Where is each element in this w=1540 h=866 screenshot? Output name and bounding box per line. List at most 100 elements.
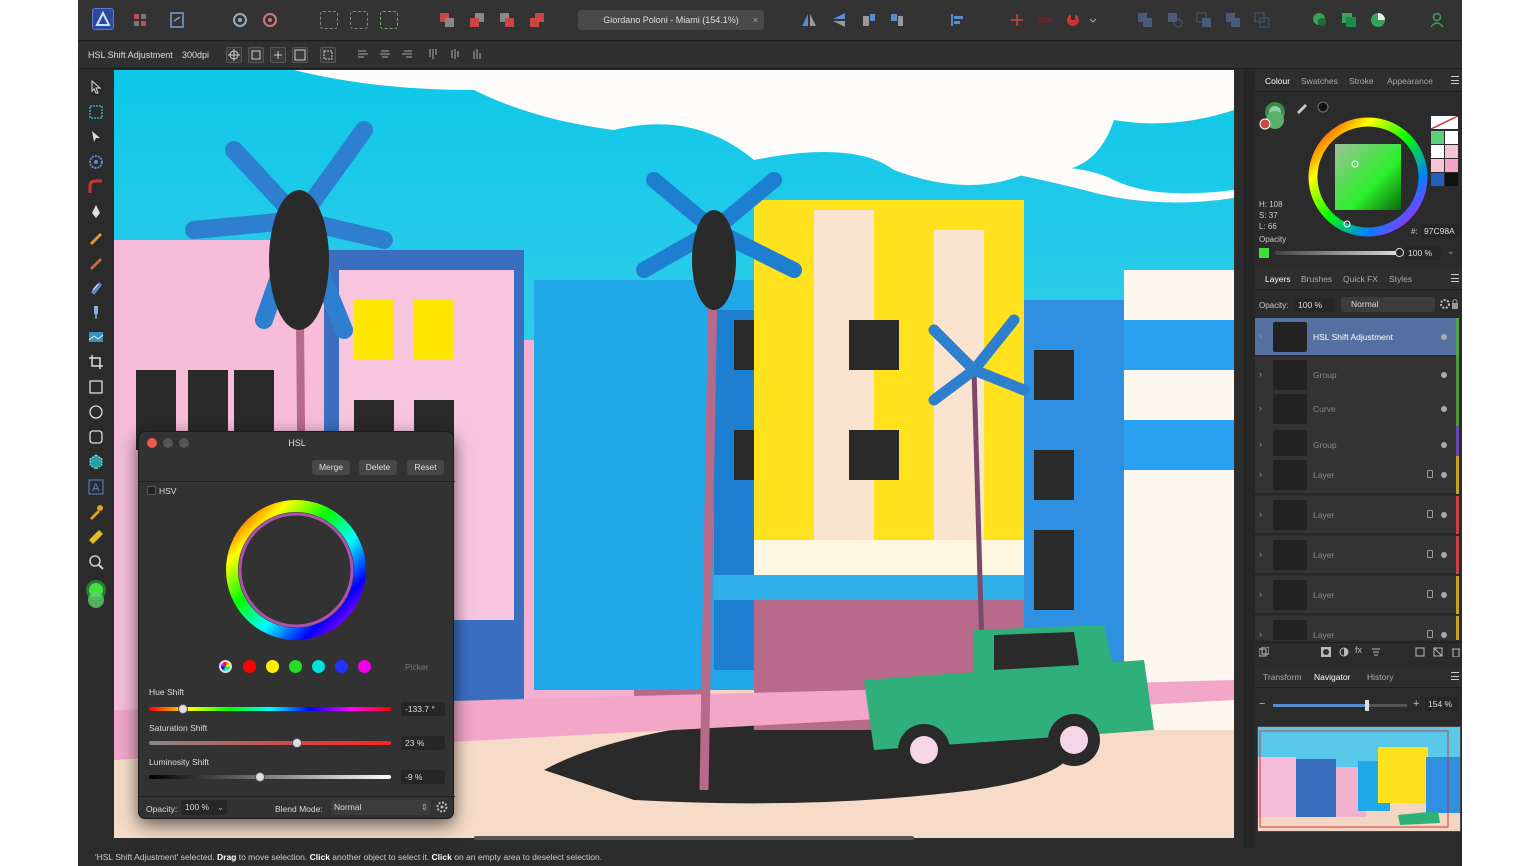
- swatch-red[interactable]: [243, 660, 256, 673]
- crop-tool-icon[interactable]: [87, 353, 105, 371]
- flip-horizontal-icon[interactable]: [800, 11, 818, 29]
- layer-row[interactable]: › Layer: [1255, 576, 1459, 614]
- hex-input[interactable]: 97C98A: [1421, 224, 1461, 238]
- opacity-field[interactable]: 100 % ⌄: [181, 800, 227, 815]
- lock-layer-icon[interactable]: [1451, 298, 1459, 310]
- layer-row[interactable]: › Layer: [1255, 536, 1459, 574]
- move-tool-icon[interactable]: [87, 78, 105, 96]
- layer-visibility-icon[interactable]: [1441, 592, 1447, 598]
- boolean-xor-icon[interactable]: [1224, 11, 1242, 29]
- expand-chevron-icon[interactable]: ›: [1259, 630, 1265, 639]
- expand-chevron-icon[interactable]: ›: [1259, 510, 1265, 519]
- layer-row[interactable]: › Curve: [1255, 390, 1459, 428]
- expand-chevron-icon[interactable]: ›: [1259, 332, 1265, 341]
- zoom-slider-knob[interactable]: [1365, 700, 1369, 711]
- layer-lock-icon[interactable]: [1427, 590, 1433, 598]
- fill-stroke-icon[interactable]: [84, 578, 108, 612]
- zoom-in-icon[interactable]: +: [1413, 698, 1419, 710]
- align-center-ctx-icon[interactable]: [378, 47, 394, 63]
- account-icon[interactable]: [1428, 11, 1446, 29]
- layer-visibility-icon[interactable]: [1441, 632, 1447, 638]
- snapping-icon[interactable]: [1008, 11, 1026, 29]
- boolean-divide-icon[interactable]: [1253, 11, 1271, 29]
- layer-row[interactable]: › Layer: [1255, 496, 1459, 534]
- color-picker-icon[interactable]: [1295, 100, 1335, 114]
- colour-opacity-field[interactable]: 100 %: [1405, 246, 1441, 260]
- luminosity-shift-slider[interactable]: [149, 772, 391, 782]
- swatch-cyan[interactable]: [312, 660, 325, 673]
- colour-wheel[interactable]: [1307, 116, 1429, 238]
- navigator-preview[interactable]: [1257, 726, 1461, 832]
- expand-chevron-icon[interactable]: ›: [1259, 550, 1265, 559]
- boolean-add-icon[interactable]: [1136, 11, 1154, 29]
- canvas-horizontal-scrollbar[interactable]: [474, 836, 914, 840]
- view-mode-icon[interactable]: [1369, 11, 1387, 29]
- layer-row[interactable]: › Layer: [1255, 616, 1459, 640]
- tab-stroke[interactable]: Stroke: [1349, 76, 1374, 86]
- corner-tool-icon[interactable]: [87, 178, 105, 196]
- layers-panel-menu-icon[interactable]: [1451, 274, 1459, 282]
- layer-mask-icon[interactable]: [1258, 646, 1270, 657]
- rectangle-tool-icon[interactable]: [87, 378, 105, 396]
- luminosity-shift-knob[interactable]: [255, 772, 266, 782]
- measure-tool-icon[interactable]: [87, 528, 105, 546]
- expand-chevron-icon[interactable]: ›: [1259, 440, 1265, 449]
- tab-appearance[interactable]: Appearance: [1387, 76, 1433, 86]
- tab-swatches[interactable]: Swatches: [1301, 76, 1338, 86]
- select-all-icon[interactable]: [350, 11, 368, 29]
- preview-mode-icon[interactable]: [1340, 11, 1358, 29]
- rounded-rectangle-tool-icon[interactable]: [87, 428, 105, 446]
- saturation-shift-value[interactable]: 23 %: [401, 736, 445, 750]
- group-layers-icon[interactable]: [1433, 647, 1443, 657]
- boolean-subtract-icon[interactable]: [1166, 11, 1184, 29]
- expand-chevron-icon[interactable]: ›: [1259, 470, 1265, 479]
- reset-transform-icon[interactable]: [270, 47, 286, 63]
- zoom-field[interactable]: 154 %: [1425, 697, 1459, 711]
- vector-brush-tool-icon[interactable]: [87, 253, 105, 271]
- colour-opacity-knob[interactable]: [1395, 248, 1404, 257]
- boolean-intersect-icon[interactable]: [1195, 11, 1213, 29]
- rotate-left-icon[interactable]: [860, 11, 878, 29]
- flip-vertical-icon[interactable]: [830, 11, 848, 29]
- close-document-icon[interactable]: ×: [753, 10, 758, 30]
- settings-gear-icon[interactable]: [435, 800, 449, 814]
- app-logo-icon[interactable]: [92, 8, 114, 30]
- layer-visibility-icon[interactable]: [1441, 512, 1447, 518]
- pixel-persona-icon[interactable]: [131, 11, 149, 29]
- tab-navigator[interactable]: Navigator: [1314, 672, 1350, 682]
- expand-chevron-icon[interactable]: ›: [1259, 370, 1265, 379]
- opacity-dropdown-icon[interactable]: ⌄: [217, 800, 224, 815]
- document-setup-icon[interactable]: [231, 11, 249, 29]
- align-top-ctx-icon[interactable]: [426, 47, 442, 63]
- swatch-all-colors[interactable]: [219, 660, 232, 673]
- ellipse-tool-icon[interactable]: [87, 403, 105, 421]
- expand-chevron-icon[interactable]: ›: [1259, 590, 1265, 599]
- merge-button[interactable]: Merge: [312, 460, 350, 475]
- layer-row[interactable]: › Group: [1255, 356, 1459, 394]
- artboard-tool-icon[interactable]: [87, 103, 105, 121]
- layer-settings-gear-icon[interactable]: [1439, 298, 1451, 310]
- text-tool-icon[interactable]: A: [87, 478, 105, 496]
- fx-icon[interactable]: fx: [1355, 645, 1362, 655]
- tab-quick-fx[interactable]: Quick FX: [1343, 274, 1378, 284]
- pencil-tool-icon[interactable]: [87, 228, 105, 246]
- blend-mode-select[interactable]: Normal ⇕: [331, 800, 431, 815]
- select-same-icon[interactable]: [380, 11, 398, 29]
- hue-shift-slider[interactable]: [149, 704, 391, 714]
- saturation-shift-knob[interactable]: [291, 738, 302, 748]
- layer-visibility-icon[interactable]: [1441, 334, 1447, 340]
- swatch-yellow[interactable]: [266, 660, 279, 673]
- fill-stroke-wells[interactable]: [1259, 98, 1289, 132]
- point-transform-tool-icon[interactable]: [87, 153, 105, 171]
- recent-colours-grid[interactable]: [1430, 115, 1459, 188]
- picker-button[interactable]: Picker: [405, 662, 429, 672]
- navigator-panel-menu-icon[interactable]: [1451, 672, 1459, 680]
- hue-shift-value[interactable]: -133.7 °: [401, 702, 445, 716]
- saturation-shift-slider[interactable]: [149, 738, 391, 748]
- pen-tool-icon[interactable]: [87, 203, 105, 221]
- zoom-out-icon[interactable]: −: [1259, 698, 1265, 710]
- color-picker-tool-icon[interactable]: [87, 503, 105, 521]
- fill-tool-icon[interactable]: [87, 278, 105, 296]
- arrange-forward-icon[interactable]: [498, 11, 516, 29]
- tab-colour[interactable]: Colour: [1265, 76, 1290, 86]
